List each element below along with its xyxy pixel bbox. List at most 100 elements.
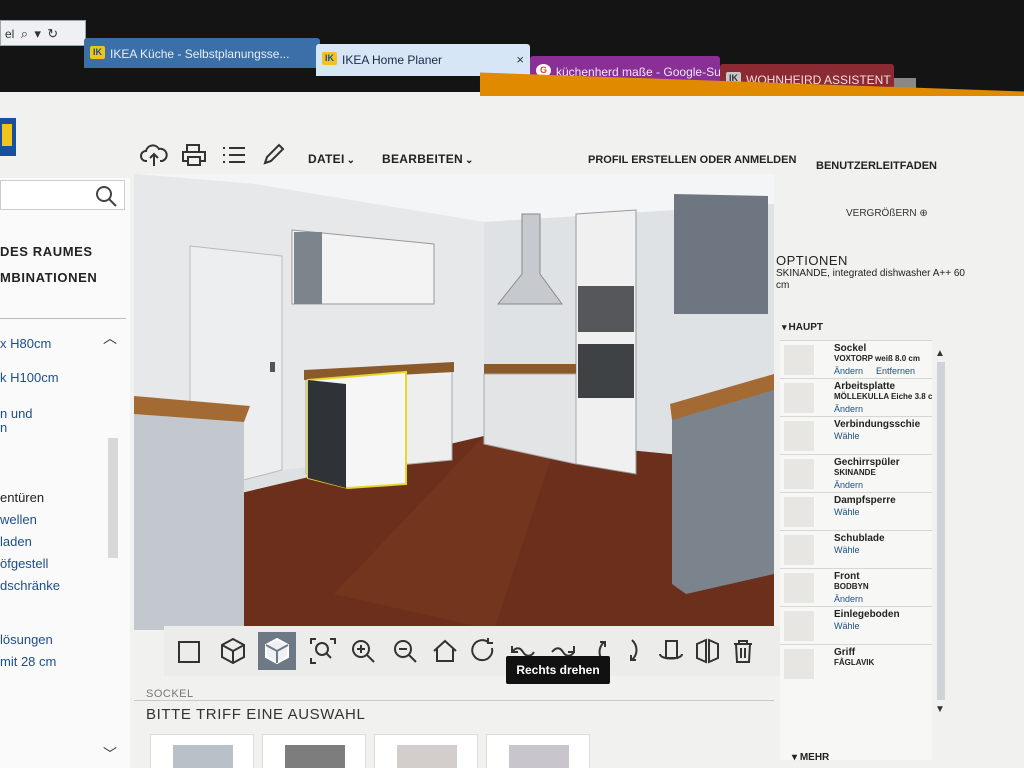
option-swatch[interactable] xyxy=(262,734,366,768)
chevron-up-icon[interactable]: ︿ xyxy=(103,328,117,348)
option-action-link[interactable]: Wähle xyxy=(834,621,860,631)
option-swatch[interactable] xyxy=(374,734,478,768)
chevron-down-icon[interactable]: ▼ xyxy=(935,704,945,715)
list-item[interactable]: laden xyxy=(0,534,32,549)
home-icon[interactable] xyxy=(426,632,464,670)
browser-tab[interactable]: IK IKEA Küche - Selbstplanungsse... xyxy=(84,38,320,68)
zoom-fit-icon[interactable] xyxy=(304,632,342,670)
option-thumbnail xyxy=(784,573,814,603)
file-menu[interactable]: DATEI ⌄ xyxy=(308,152,355,166)
list-icon[interactable] xyxy=(220,142,252,172)
option-thumbnail xyxy=(784,611,814,641)
option-action-link[interactable]: Wähle xyxy=(834,507,860,517)
section-label: HAUPT xyxy=(788,322,823,333)
left-scrollbar[interactable]: ︿ ﹀ xyxy=(100,328,122,768)
option-row[interactable]: Arbeitsplatte MÖLLEKULLA Eiche 3.8 cm Ände… xyxy=(780,378,932,416)
option-action-link[interactable]: Wähle xyxy=(834,545,860,555)
trash-icon[interactable] xyxy=(724,632,762,670)
scroll-thumb[interactable] xyxy=(108,438,118,558)
list-item[interactable]: lösungen xyxy=(0,632,53,647)
chevron-up-icon[interactable]: ▲ xyxy=(935,348,945,359)
option-action-link[interactable]: Ändern xyxy=(834,366,863,376)
list-item[interactable]: k H100cm xyxy=(0,370,59,385)
option-row[interactable]: Einlegeboden Wähle xyxy=(780,606,932,644)
option-row[interactable]: Verbindungsschie Wähle xyxy=(780,416,932,454)
chevron-down-icon: ▾ xyxy=(782,322,787,332)
chevron-down-icon[interactable]: ﹀ xyxy=(103,744,117,764)
list-item[interactable]: entüren xyxy=(0,490,44,505)
list-item[interactable]: n xyxy=(0,420,7,435)
rotate-object-icon[interactable] xyxy=(652,632,690,670)
address-bar[interactable]: el ⌕ ▾ ↻ xyxy=(0,20,86,46)
chevron-down-icon: ▾ xyxy=(792,752,798,763)
flip-icon[interactable] xyxy=(688,632,726,670)
wall-cabinet-right xyxy=(674,194,768,314)
3d-viewport[interactable] xyxy=(134,174,774,630)
swatch-fill xyxy=(285,745,345,768)
countertop-back xyxy=(484,364,576,374)
option-action-link[interactable]: Wähle xyxy=(834,431,860,441)
print-icon[interactable] xyxy=(180,142,212,172)
product-list: x H80cm k H100cm n und n entüren wellen … xyxy=(0,326,100,766)
3d-solid-view-icon[interactable] xyxy=(258,632,296,670)
profile-login-link[interactable]: PROFIL ERSTELLEN ODER ANMELDEN xyxy=(588,154,796,166)
option-row[interactable]: Schublade Wähle xyxy=(780,530,932,568)
planner-app: DATEI ⌄ BEARBEITEN ⌄ PROFIL ERSTELLEN ODER… xyxy=(0,96,1024,768)
reload-icon[interactable]: ↻ xyxy=(47,26,58,41)
list-item[interactable]: mit 28 cm xyxy=(0,654,56,669)
pencil-icon[interactable] xyxy=(260,142,292,172)
chevron-down-icon: ⌄ xyxy=(346,155,356,166)
3d-view-icon[interactable] xyxy=(214,632,252,670)
option-row[interactable]: Sockel VOXTORP weiß 8.0 cm Ändern Entfernen xyxy=(780,340,932,378)
rotate-left-icon[interactable] xyxy=(464,632,502,670)
search-icon[interactable] xyxy=(94,184,118,208)
user-guide-link[interactable]: BENUTZERLEITFADEN xyxy=(816,160,937,172)
search-input[interactable] xyxy=(0,180,125,210)
cabinet-side xyxy=(294,232,322,304)
category-room[interactable]: DES RAUMES xyxy=(0,244,93,259)
list-item[interactable]: öfgestell xyxy=(0,556,48,571)
list-item[interactable]: wellen xyxy=(0,512,37,527)
option-row[interactable]: Front BODBYN Ändern xyxy=(780,568,932,606)
option-row[interactable]: Gechirrspüler SKINANDE Ändern xyxy=(780,454,932,492)
list-item[interactable]: n und xyxy=(0,406,33,421)
search-icon[interactable]: ⌕ xyxy=(21,26,28,41)
browser-tab-active[interactable]: IK IKEA Home Planer × xyxy=(316,44,530,76)
option-swatch[interactable] xyxy=(150,734,254,768)
more-link[interactable]: ▾ MEHR xyxy=(792,752,829,763)
option-name: Front xyxy=(834,571,860,582)
option-thumbnail xyxy=(784,535,814,565)
right-scrollbar[interactable]: ▲ ▼ xyxy=(932,348,948,768)
screen: el ⌕ ▾ ↻ IK IKEA Küche - Selbstplanungss… xyxy=(0,0,1024,768)
option-product: SKINANDE xyxy=(834,468,876,477)
close-tab-icon[interactable]: × xyxy=(516,52,524,67)
kitchen-3d-scene xyxy=(134,174,774,630)
edit-menu[interactable]: BEARBEITEN ⌄ xyxy=(382,152,474,166)
tab-title: IKEA Home Planer xyxy=(342,53,443,67)
category-combinations[interactable]: MBINATIONEN xyxy=(0,270,97,285)
list-item[interactable]: x H80cm xyxy=(0,336,51,351)
option-action-link[interactable]: Ändern xyxy=(834,594,863,604)
zoom-in-icon[interactable] xyxy=(344,632,382,670)
option-swatch[interactable] xyxy=(486,734,590,768)
island-left xyxy=(134,400,244,630)
2d-view-icon[interactable] xyxy=(170,632,208,670)
microwave xyxy=(578,286,634,332)
option-product: BODBYN xyxy=(834,582,869,591)
dropdown-icon[interactable]: ▾ xyxy=(34,26,41,41)
ikea-favicon: IK xyxy=(90,46,105,59)
scroll-track[interactable] xyxy=(937,362,945,700)
tilt-down-icon[interactable] xyxy=(616,632,654,670)
zoom-out-icon[interactable] xyxy=(386,632,424,670)
option-action-link[interactable]: Entfernen xyxy=(876,366,915,376)
option-thumbnail xyxy=(784,421,814,451)
option-row[interactable]: Griff FÅGLAVIK xyxy=(780,644,932,682)
upload-cloud-icon[interactable] xyxy=(140,142,172,172)
enlarge-link[interactable]: VERGRÖßERN ⊕ xyxy=(846,208,928,219)
ikea-logo[interactable] xyxy=(0,118,16,156)
option-action-link[interactable]: Ändern xyxy=(834,480,863,490)
section-header-main[interactable]: ▾ HAUPT xyxy=(782,322,823,333)
option-action-link[interactable]: Ändern xyxy=(834,404,863,414)
list-item[interactable]: dschränke xyxy=(0,578,60,593)
option-row[interactable]: Dampfsperre Wähle xyxy=(780,492,932,530)
